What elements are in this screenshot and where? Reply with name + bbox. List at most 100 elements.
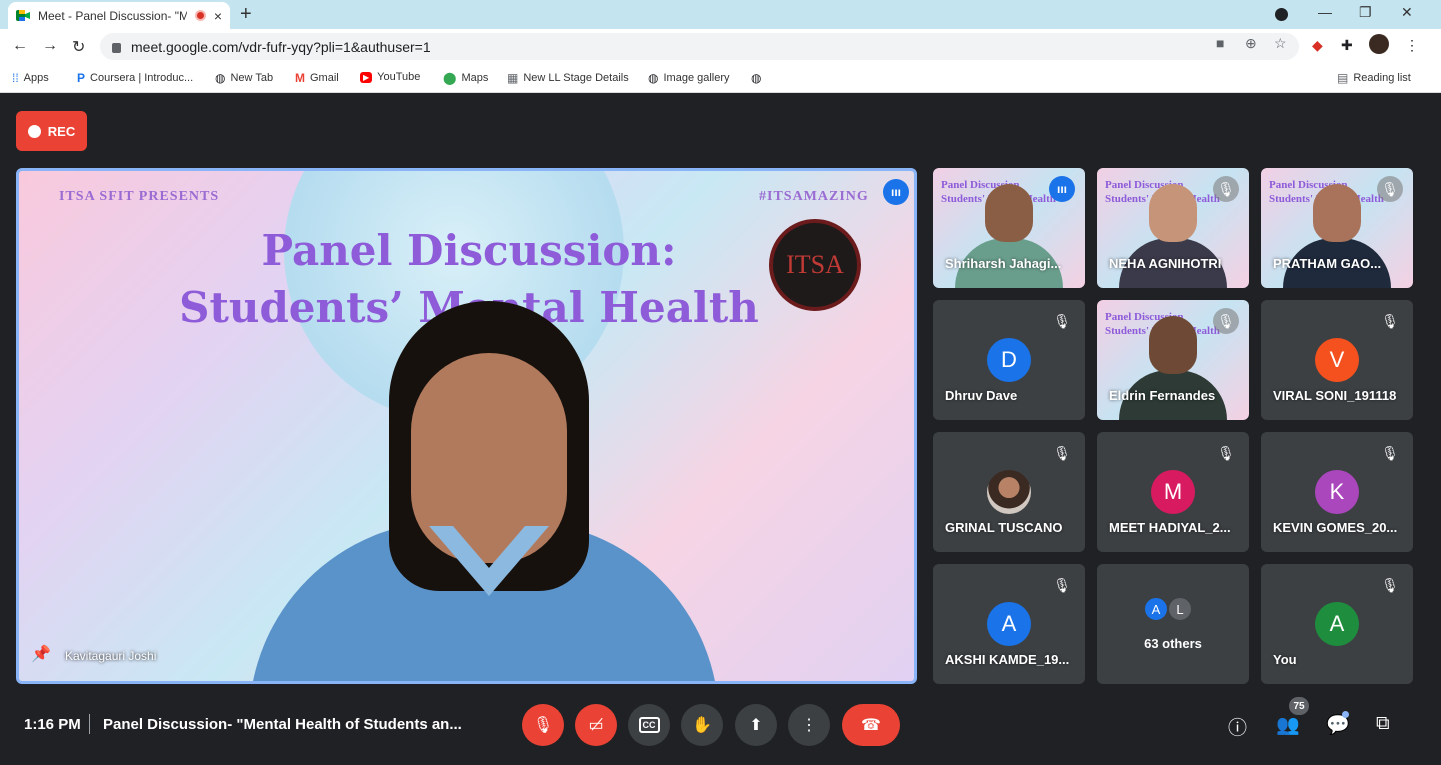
gmail-icon: M xyxy=(295,71,305,85)
participant-name: Dhruv Dave xyxy=(945,388,1018,403)
participant-tile[interactable]: 🎙 M MEET HADIYAL_2... xyxy=(1097,432,1249,552)
avatar: V xyxy=(1315,338,1359,382)
meeting-info-icon[interactable]: ⓘ xyxy=(1228,713,1247,740)
puzzle-extensions-icon[interactable]: ✚ xyxy=(1341,37,1353,54)
others-count: 63 others xyxy=(1144,636,1202,651)
record-dot-icon xyxy=(27,124,41,138)
speaker-name: Kavitagauri Joshi xyxy=(65,649,157,663)
participant-tile[interactable]: Panel DiscussionStudents' Mental Health … xyxy=(1097,300,1249,420)
participant-tile[interactable]: Panel DiscussionStudents' Mental Health … xyxy=(933,168,1085,288)
bookmark-gmail[interactable]: M Gmail xyxy=(295,71,339,85)
more-vert-icon: ⋮ xyxy=(801,717,817,734)
camera-in-use-icon[interactable]: ■ xyxy=(1216,35,1224,51)
banner-left-text: ITSA SFIT PRESENTS xyxy=(59,189,220,204)
avatar-photo xyxy=(987,470,1031,514)
camera-toggle-button[interactable]: ▭̸ xyxy=(575,704,617,746)
bookmark-maps[interactable]: ⬤ Maps xyxy=(443,71,488,85)
browser-toolbar: ← → ↻ meet.google.com/vdr-fufr-yqy?pli=1… xyxy=(0,29,1441,64)
close-tab-icon[interactable]: × xyxy=(214,8,222,24)
browser-tab-meet[interactable]: Meet - Panel Discussion- "M × xyxy=(8,2,230,29)
reload-icon[interactable]: ↻ xyxy=(72,37,85,57)
unread-dot xyxy=(1342,711,1349,718)
participant-name: MEET HADIYAL_2... xyxy=(1109,520,1231,535)
avatar: K xyxy=(1315,470,1359,514)
minimize-button[interactable]: — xyxy=(1318,4,1332,20)
hang-up-icon: ☎ xyxy=(861,717,881,734)
profile-avatar[interactable] xyxy=(1369,34,1389,54)
captions-icon: CC xyxy=(638,717,660,733)
bookmark-ll-stage[interactable]: ▦ New LL Stage Details xyxy=(507,71,629,85)
participant-name: PRATHAM GAO... xyxy=(1273,256,1382,271)
extension-icon[interactable]: ◆ xyxy=(1312,37,1323,54)
recording-badge[interactable]: REC xyxy=(16,111,87,151)
others-avatars: A L xyxy=(1143,596,1193,622)
profile-indicator-icon[interactable] xyxy=(1275,8,1288,21)
participant-name: VIRAL SONI_191118 xyxy=(1273,388,1397,403)
activities-icon[interactable]: ⧉ xyxy=(1376,713,1390,735)
participant-name: GRINAL TUSCANO xyxy=(945,520,1063,535)
participant-name: Shriharsh Jahagi... xyxy=(945,256,1062,271)
bookmark-new-tab[interactable]: ◍ New Tab xyxy=(215,71,273,85)
zoom-icon[interactable]: ⊕ xyxy=(1245,35,1257,52)
bookmark-star-icon[interactable]: ☆ xyxy=(1274,35,1287,52)
bookmark-apps[interactable]: ⁞⁞ Apps xyxy=(12,71,49,85)
participant-name: NEHA AGNIHOTRI xyxy=(1109,256,1222,271)
bookmark-coursera[interactable]: P Coursera | Introduc... xyxy=(77,71,193,85)
mic-off-icon: 🎙 xyxy=(1213,308,1239,334)
menu-kebab-icon[interactable]: ⋮ xyxy=(1405,37,1419,54)
participant-name: You xyxy=(1273,652,1297,667)
participant-tile[interactable]: Panel DiscussionStudents' Mental Health … xyxy=(1261,168,1413,288)
self-tile[interactable]: 🎙 A You xyxy=(1261,564,1413,684)
more-options-button[interactable]: ⋮ xyxy=(788,704,830,746)
tab-strip: Meet - Panel Discussion- "M × + — ❐ ✕ xyxy=(0,0,1441,29)
mic-toggle-button[interactable]: 🎙 xyxy=(522,704,564,746)
ll-stage-icon: ▦ xyxy=(507,71,519,85)
leave-call-button[interactable]: ☎ xyxy=(842,704,900,746)
bookmark-youtube[interactable]: ▶ YouTube xyxy=(360,71,420,83)
youtube-icon: ▶ xyxy=(360,71,373,83)
participant-name: Eldrin Fernandes xyxy=(1109,388,1216,403)
bookmarks-bar: ⁞⁞ Apps P Coursera | Introduc... ◍ New Tab … xyxy=(0,64,1441,93)
avatar: M xyxy=(1151,470,1195,514)
google-meet-icon xyxy=(16,10,30,21)
others-tile[interactable]: A L 63 others xyxy=(1097,564,1249,684)
forward-arrow-icon[interactable]: → xyxy=(42,37,58,55)
avatar: L xyxy=(1167,596,1193,622)
participant-tile[interactable]: Panel DiscussionStudents' Mental Health … xyxy=(1097,168,1249,288)
new-tab-button[interactable]: + xyxy=(240,3,252,26)
participant-tile[interactable]: 🎙 A AKSHI KAMDE_19... xyxy=(933,564,1085,684)
mic-off-icon: 🎙 xyxy=(1377,176,1403,202)
speaking-indicator-icon: ııı xyxy=(883,179,909,205)
close-window-button[interactable]: ✕ xyxy=(1401,4,1413,21)
globe-icon: ◍ xyxy=(215,71,226,85)
main-speaker-tile[interactable]: ITSA SFIT PRESENTS #ITSAMAZING Panel Dis… xyxy=(16,168,917,684)
bookmark-image-gallery[interactable]: ◍ Image gallery xyxy=(648,71,730,85)
url-text: meet.google.com/vdr-fufr-yqy?pli=1&authu… xyxy=(131,38,431,55)
participant-tile[interactable]: 🎙 D Dhruv Dave xyxy=(933,300,1085,420)
participant-tile[interactable]: 🎙 V VIRAL SONI_191118 xyxy=(1261,300,1413,420)
back-arrow-icon[interactable]: ← xyxy=(12,37,28,55)
maps-pin-icon: ⬤ xyxy=(443,71,457,85)
participant-tile[interactable]: 🎙 K KEVIN GOMES_20... xyxy=(1261,432,1413,552)
reading-list[interactable]: ▤ Reading list xyxy=(1337,71,1411,85)
restore-button[interactable]: ❐ xyxy=(1359,4,1372,21)
camera-off-icon: ▭̸ xyxy=(588,717,604,734)
pin-icon[interactable]: 📌 xyxy=(31,644,51,664)
participant-name: KEVIN GOMES_20... xyxy=(1273,520,1398,535)
avatar: A xyxy=(987,602,1031,646)
mic-off-icon: 🎙 xyxy=(1377,308,1403,334)
hand-icon: ✋ xyxy=(692,717,712,734)
lock-icon xyxy=(112,42,121,53)
meeting-clock: 1:16 PM xyxy=(24,716,81,733)
meeting-title: Panel Discussion- "Mental Health of Stud… xyxy=(103,716,462,733)
bookmark-untitled[interactable]: ◍ xyxy=(751,71,766,85)
captions-button[interactable]: CC xyxy=(628,704,670,746)
people-icon[interactable]: 👥 xyxy=(1276,713,1300,737)
present-button[interactable]: ⬆ xyxy=(735,704,777,746)
raise-hand-button[interactable]: ✋ xyxy=(681,704,723,746)
participant-name: AKSHI KAMDE_19... xyxy=(945,652,1070,667)
divider xyxy=(89,714,90,734)
address-bar[interactable]: meet.google.com/vdr-fufr-yqy?pli=1&authu… xyxy=(100,33,1299,60)
reading-list-icon: ▤ xyxy=(1337,71,1349,85)
participant-tile[interactable]: 🎙 GRINAL TUSCANO xyxy=(933,432,1085,552)
